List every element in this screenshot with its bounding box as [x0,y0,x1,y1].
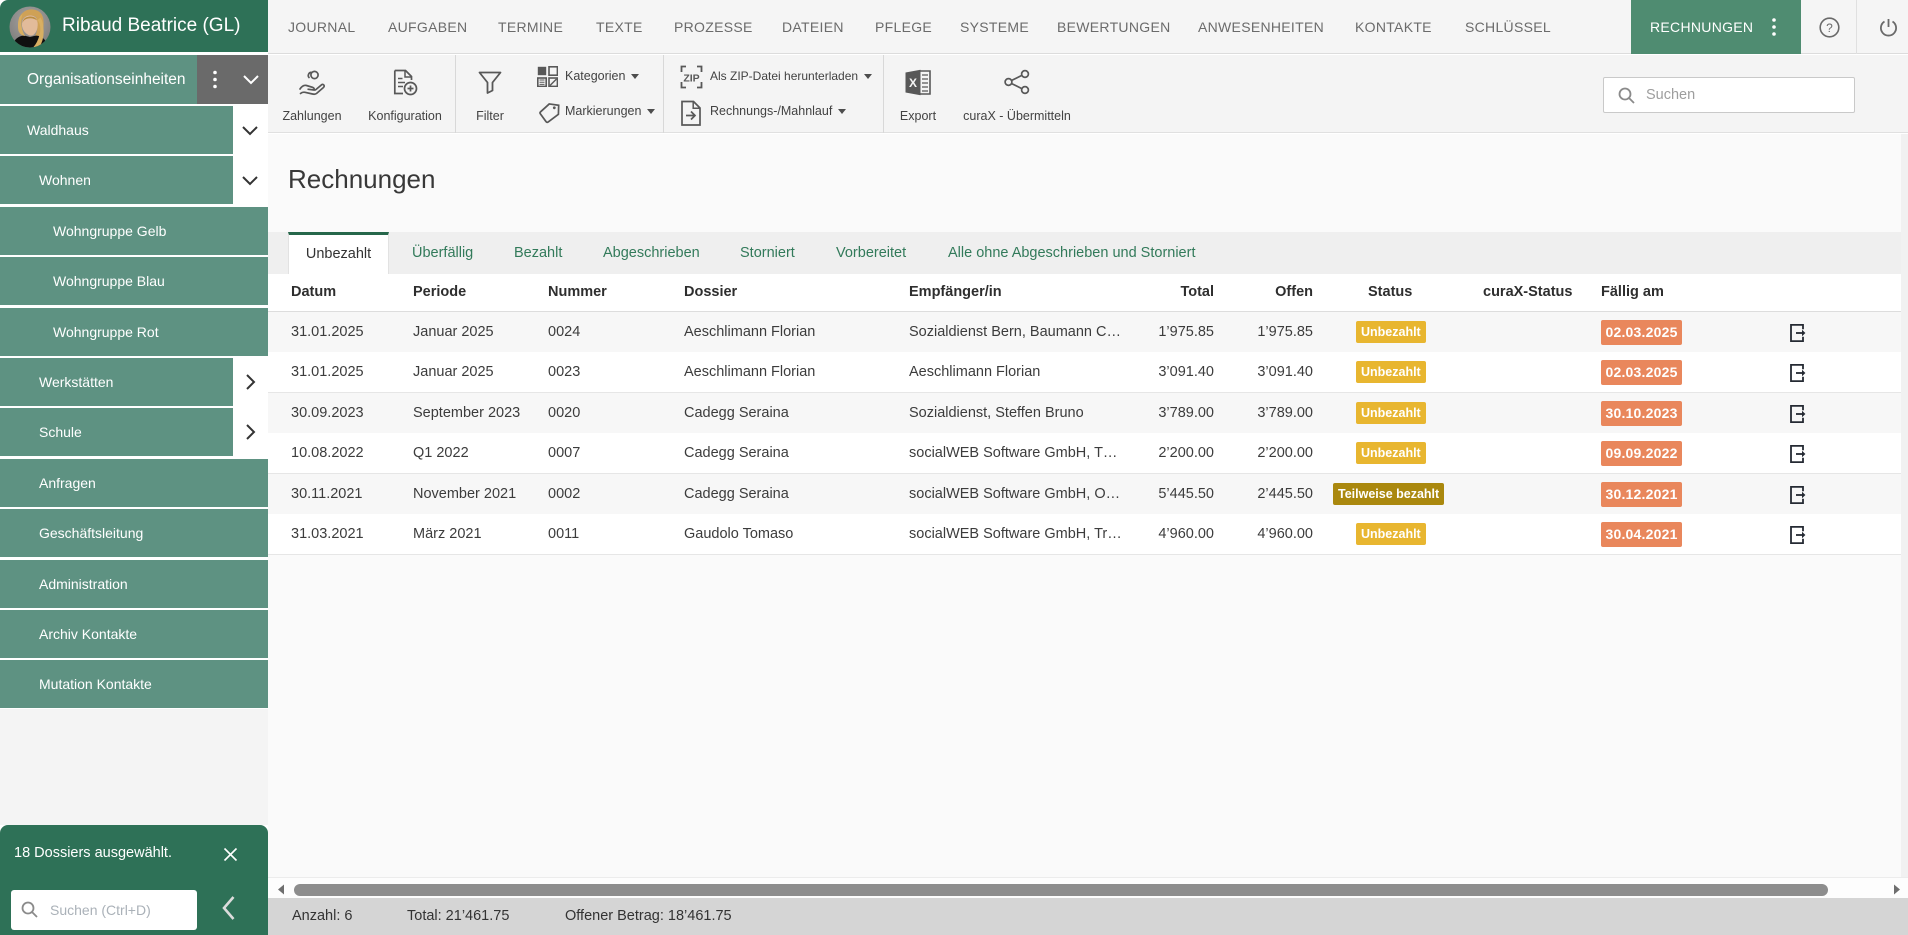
svg-text:ZIP: ZIP [683,73,699,85]
svg-text:?: ? [1826,21,1833,35]
svg-text:X: X [909,76,917,90]
